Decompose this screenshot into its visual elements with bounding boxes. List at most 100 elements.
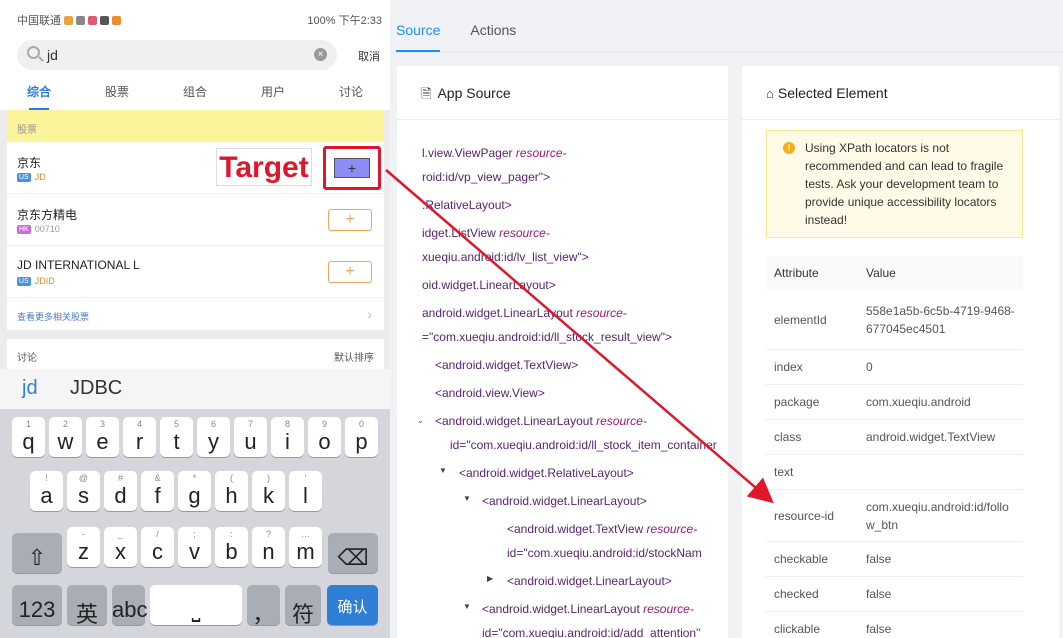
- key-e[interactable]: 3e: [86, 417, 119, 457]
- key-o[interactable]: 9o: [308, 417, 341, 457]
- tree-node[interactable]: <android.widget.LinearLayout resource-: [435, 412, 647, 430]
- tree-node[interactable]: id="com.xueqiu.android:id/stockNam: [507, 544, 702, 562]
- tab-portfolio[interactable]: 组合: [183, 83, 207, 100]
- keyboard: 1 q 2 w 3 e 4 r 5 t 6 y 7 u 8 i 9 o 0 p ! a @ s # d & f * g(h) k ' l ⇧ - z _…: [0, 409, 390, 638]
- tab-users[interactable]: 用户: [261, 83, 285, 100]
- abc-key[interactable]: abc: [112, 585, 147, 625]
- tab-all[interactable]: 综合: [27, 83, 51, 110]
- tree-node[interactable]: <android.widget.TextView>: [435, 356, 578, 374]
- attribute-value[interactable]: android.widget.TextView: [866, 428, 1023, 446]
- search-row: jd × 取消: [0, 40, 390, 72]
- confirm-key[interactable]: 确认: [327, 585, 378, 625]
- numbers-key[interactable]: 123: [12, 585, 62, 625]
- space-key[interactable]: ⎵: [150, 585, 242, 625]
- chat-icon: [100, 15, 109, 25]
- node-text: <android.widget.LinearLayout: [482, 602, 644, 616]
- tab-discussion[interactable]: 讨论: [339, 83, 363, 100]
- expand-toggle-icon[interactable]: ▼: [463, 494, 471, 503]
- tree-node[interactable]: id="com.xueqiu.android:id/ll_stock_item_…: [450, 436, 717, 454]
- key-k[interactable]: ) k: [252, 471, 285, 511]
- tab-stocks[interactable]: 股票: [105, 83, 129, 100]
- key-t[interactable]: 5t: [160, 417, 193, 457]
- attribute-value[interactable]: false: [866, 550, 1023, 568]
- tree-node[interactable]: <android.widget.TextView resource-: [507, 520, 697, 538]
- comma-key[interactable]: ，: [247, 585, 280, 627]
- search-input[interactable]: jd ×: [17, 40, 337, 70]
- key-b[interactable]: :b: [215, 527, 248, 567]
- tag-icon: ⌂: [766, 86, 774, 101]
- list-item[interactable]: JD INTERNATIONAL L US JDID +: [7, 246, 384, 298]
- attribute-value[interactable]: false: [866, 585, 1023, 603]
- tree-node[interactable]: ="com.xueqiu.android:id/ll_stock_result_…: [422, 328, 672, 346]
- key-s[interactable]: @ s: [67, 471, 100, 511]
- key-v[interactable]: ; v: [178, 527, 211, 567]
- tree-node[interactable]: id="com.xueqiu.android:id/add_attention": [482, 624, 700, 638]
- clear-icon[interactable]: ×: [314, 48, 327, 61]
- key-m[interactable]: … m: [289, 527, 322, 567]
- tree-node[interactable]: l.view.ViewPager resource-: [422, 144, 567, 162]
- key-l[interactable]: ' l: [289, 471, 322, 511]
- shift-key[interactable]: ⇧: [12, 533, 62, 573]
- add-stock-button[interactable]: +: [334, 158, 370, 178]
- expand-toggle-icon[interactable]: ▶: [487, 574, 493, 583]
- key-y[interactable]: 6y: [197, 417, 230, 457]
- add-stock-button[interactable]: +: [328, 261, 372, 283]
- tree-node[interactable]: <android.view.View>: [435, 384, 545, 402]
- key-q[interactable]: 1q: [12, 417, 45, 457]
- tree-node[interactable]: android.widget.LinearLayout resource-: [422, 304, 627, 322]
- key-n[interactable]: ? n: [252, 527, 285, 567]
- attribute-value[interactable]: com.xueqiu.android: [866, 393, 1023, 411]
- tab-source[interactable]: Source: [396, 22, 441, 52]
- key-a[interactable]: ! a: [30, 471, 63, 511]
- key-u[interactable]: 7u: [234, 417, 267, 457]
- cancel-button[interactable]: 取消: [358, 48, 380, 64]
- attribute-name: index: [774, 360, 803, 374]
- expand-toggle-icon[interactable]: ▼: [463, 602, 471, 611]
- key-p[interactable]: 0p: [345, 417, 378, 457]
- attribute-value[interactable]: 558e1a5b-6c5b-4719-9468-677045ec4501: [866, 302, 1023, 338]
- node-text: ="com.xueqiu.android:id/ll_stock_result_…: [422, 330, 672, 344]
- tree-node[interactable]: xueqiu.android:id/lv_list_view">: [422, 248, 589, 266]
- symbols-key[interactable]: 符: [285, 585, 321, 627]
- add-stock-button[interactable]: +: [328, 209, 372, 231]
- attribute-value[interactable]: com.xueqiu.android:id/follow_btn: [866, 498, 1023, 534]
- tree-node[interactable]: <android.widget.RelativeLayout>: [459, 464, 634, 482]
- node-attribute: resource-: [499, 226, 550, 240]
- key-g[interactable]: * g: [178, 471, 211, 511]
- tree-node[interactable]: roid:id/vp_view_pager">: [422, 168, 550, 186]
- key-d[interactable]: # d: [104, 471, 137, 511]
- node-text: oid.widget.LinearLayout>: [422, 278, 556, 292]
- key-x[interactable]: _ x: [104, 527, 137, 567]
- tree-node[interactable]: idget.ListView resource-: [422, 224, 550, 242]
- key-label: 英: [75, 602, 98, 627]
- selected-element-panel: ⌂ Selected Element ! Using XPath locators…: [742, 66, 1059, 638]
- suggestion-item[interactable]: jd: [22, 377, 38, 400]
- expand-toggle-icon[interactable]: ▼: [439, 466, 447, 475]
- key-f[interactable]: & f: [141, 471, 174, 511]
- key-label: h: [225, 483, 238, 508]
- key-w[interactable]: 2w: [49, 417, 82, 457]
- tree-node[interactable]: .RelativeLayout>: [422, 196, 512, 214]
- key-z[interactable]: -z: [67, 527, 100, 567]
- key-label: q: [22, 429, 35, 454]
- key-h[interactable]: (h: [215, 471, 248, 511]
- backspace-key[interactable]: ⌫: [328, 533, 378, 573]
- tree-node[interactable]: <android.widget.LinearLayout>: [507, 572, 672, 590]
- suggestion-item[interactable]: JDBC: [70, 377, 122, 400]
- list-item[interactable]: 京东方精电 HK 00710 +: [7, 194, 384, 246]
- key-sub-label: ': [304, 473, 307, 483]
- tree-node[interactable]: <android.widget.LinearLayout>: [482, 492, 647, 510]
- attribute-value[interactable]: false: [866, 620, 1023, 638]
- key-r[interactable]: 4r: [123, 417, 156, 457]
- key-i[interactable]: 8i: [271, 417, 304, 457]
- expand-toggle-icon[interactable]: ⌄: [417, 416, 424, 425]
- key-c[interactable]: / c: [141, 527, 174, 567]
- attribute-value[interactable]: 0: [866, 358, 1023, 376]
- more-stocks-link[interactable]: 查看更多相关股票 ›: [7, 298, 384, 330]
- node-text: id="com.xueqiu.android:id/stockNam: [507, 546, 702, 560]
- tab-actions[interactable]: Actions: [470, 22, 516, 38]
- tree-node[interactable]: oid.widget.LinearLayout>: [422, 276, 556, 294]
- tree-node[interactable]: <android.widget.LinearLayout resource-: [482, 600, 694, 618]
- sort-dropdown[interactable]: 默认排序: [334, 349, 374, 364]
- language-key[interactable]: 英: [67, 585, 107, 627]
